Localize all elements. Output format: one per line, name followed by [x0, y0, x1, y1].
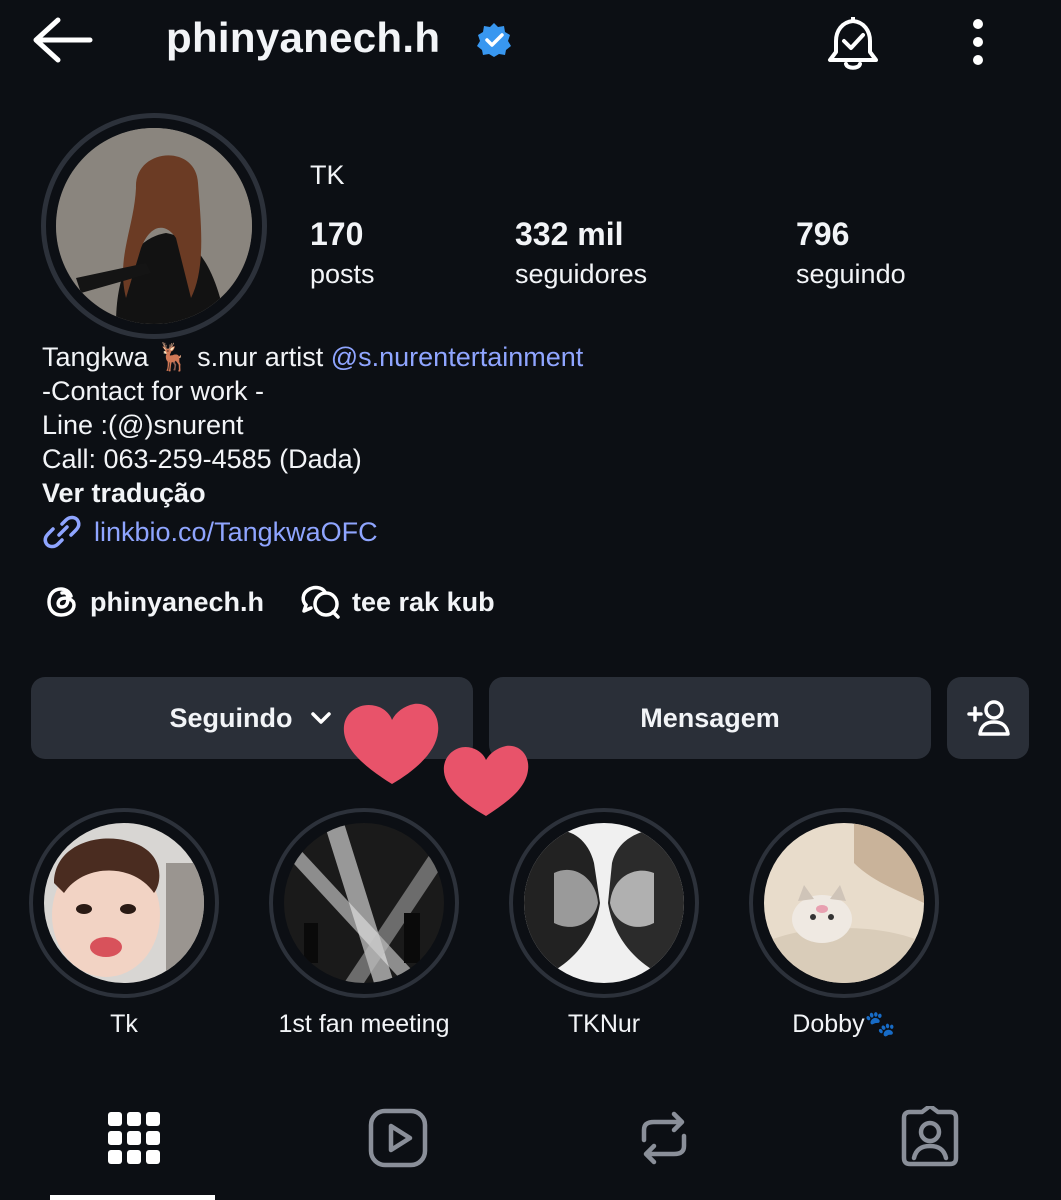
highlight-cover-ring: [269, 808, 459, 998]
avatar-photo: [56, 128, 252, 324]
reels-play-icon: [368, 1108, 428, 1168]
message-button[interactable]: Mensagem: [489, 677, 931, 759]
active-tab-indicator: [50, 1195, 215, 1200]
tab-tagged[interactable]: [898, 1103, 962, 1170]
following-dropdown-button[interactable]: Seguindo: [31, 677, 473, 759]
threads-profile-chip[interactable]: phinyanech.h: [44, 583, 264, 621]
chat-bubbles-icon: [301, 585, 340, 619]
bio-external-link[interactable]: linkbio.co/TangkwaOFC: [42, 512, 378, 552]
highlight-label: 1st fan meeting: [278, 1010, 450, 1038]
bio-link-text: linkbio.co/TangkwaOFC: [94, 516, 378, 547]
message-button-label: Mensagem: [640, 702, 780, 733]
tab-reposts[interactable]: [632, 1106, 696, 1170]
stat-posts-value: 170: [310, 216, 364, 252]
highlight-label: Tk: [110, 1010, 138, 1038]
bio-line-2: -Contact for work -: [42, 376, 265, 406]
stat-following[interactable]: 796 seguindo: [796, 216, 906, 290]
stat-followers-label: seguidores: [515, 259, 648, 289]
link-icon: [43, 515, 81, 549]
bio: Tangkwa 🦌 s.nur artist @s.nurentertainme…: [42, 340, 583, 510]
stat-posts-label: posts: [310, 259, 375, 289]
more-vertical-icon: [973, 19, 983, 65]
highlight-cover: [44, 823, 204, 983]
stat-following-label: seguindo: [796, 259, 906, 289]
highlight-item[interactable]: Tk: [29, 808, 219, 1039]
suggested-users-button[interactable]: [947, 677, 1029, 759]
stat-followers-value: 332 mil: [515, 216, 624, 252]
back-button[interactable]: [28, 14, 98, 66]
highlight-cover-ring: [29, 808, 219, 998]
highlight-item[interactable]: TKNur: [509, 808, 699, 1039]
highlight-cover: [284, 823, 444, 983]
tagged-person-icon: [901, 1103, 959, 1167]
highlight-cover: [524, 823, 684, 983]
highlight-item[interactable]: 1st fan meeting: [269, 808, 459, 1039]
chat-chip[interactable]: tee rak kub: [300, 583, 495, 621]
add-person-icon: [967, 700, 1010, 736]
threads-icon: [47, 587, 76, 617]
see-translation-link[interactable]: Ver tradução: [42, 476, 583, 510]
following-button-label: Seguindo: [169, 702, 293, 733]
highlight-cover-ring: [749, 808, 939, 998]
bell-check-icon: [828, 17, 878, 70]
tab-posts-grid[interactable]: [102, 1106, 166, 1170]
tab-reels[interactable]: [366, 1106, 430, 1170]
notifications-button[interactable]: [822, 12, 884, 74]
stat-posts[interactable]: 170 posts: [310, 216, 375, 290]
stat-followers[interactable]: 332 mil seguidores: [515, 216, 647, 290]
highlight-label: Dobby🐾: [792, 1010, 896, 1038]
chat-chip-label: tee rak kub: [352, 586, 495, 617]
repost-icon: [641, 1111, 687, 1165]
bio-line-3: Line :(@)snurent: [42, 410, 244, 440]
chevron-down-icon: [310, 712, 331, 724]
arrow-left-icon: [33, 17, 93, 63]
verified-badge-icon: [476, 22, 512, 58]
more-options-button[interactable]: [958, 14, 998, 70]
display-name: TK: [310, 160, 345, 190]
threads-chip-label: phinyanech.h: [90, 586, 265, 617]
highlight-label: TKNur: [567, 1010, 641, 1038]
highlight-item[interactable]: Dobby🐾: [749, 808, 939, 1039]
grid-icon: [108, 1112, 160, 1164]
bio-line-1-text: Tangkwa 🦌 s.nur artist: [42, 342, 331, 372]
bio-line-4: Call: 063-259-4585 (Dada): [42, 444, 362, 474]
profile-username: phinyanech.h: [166, 14, 441, 61]
profile-avatar[interactable]: [41, 113, 267, 339]
highlight-cover: [764, 823, 924, 983]
highlight-cover-ring: [509, 808, 699, 998]
stat-following-value: 796: [796, 216, 850, 252]
bio-mention-link[interactable]: @s.nurentertainment: [331, 342, 584, 372]
bio-line-1: Tangkwa 🦌 s.nur artist @s.nurentertainme…: [42, 340, 583, 374]
